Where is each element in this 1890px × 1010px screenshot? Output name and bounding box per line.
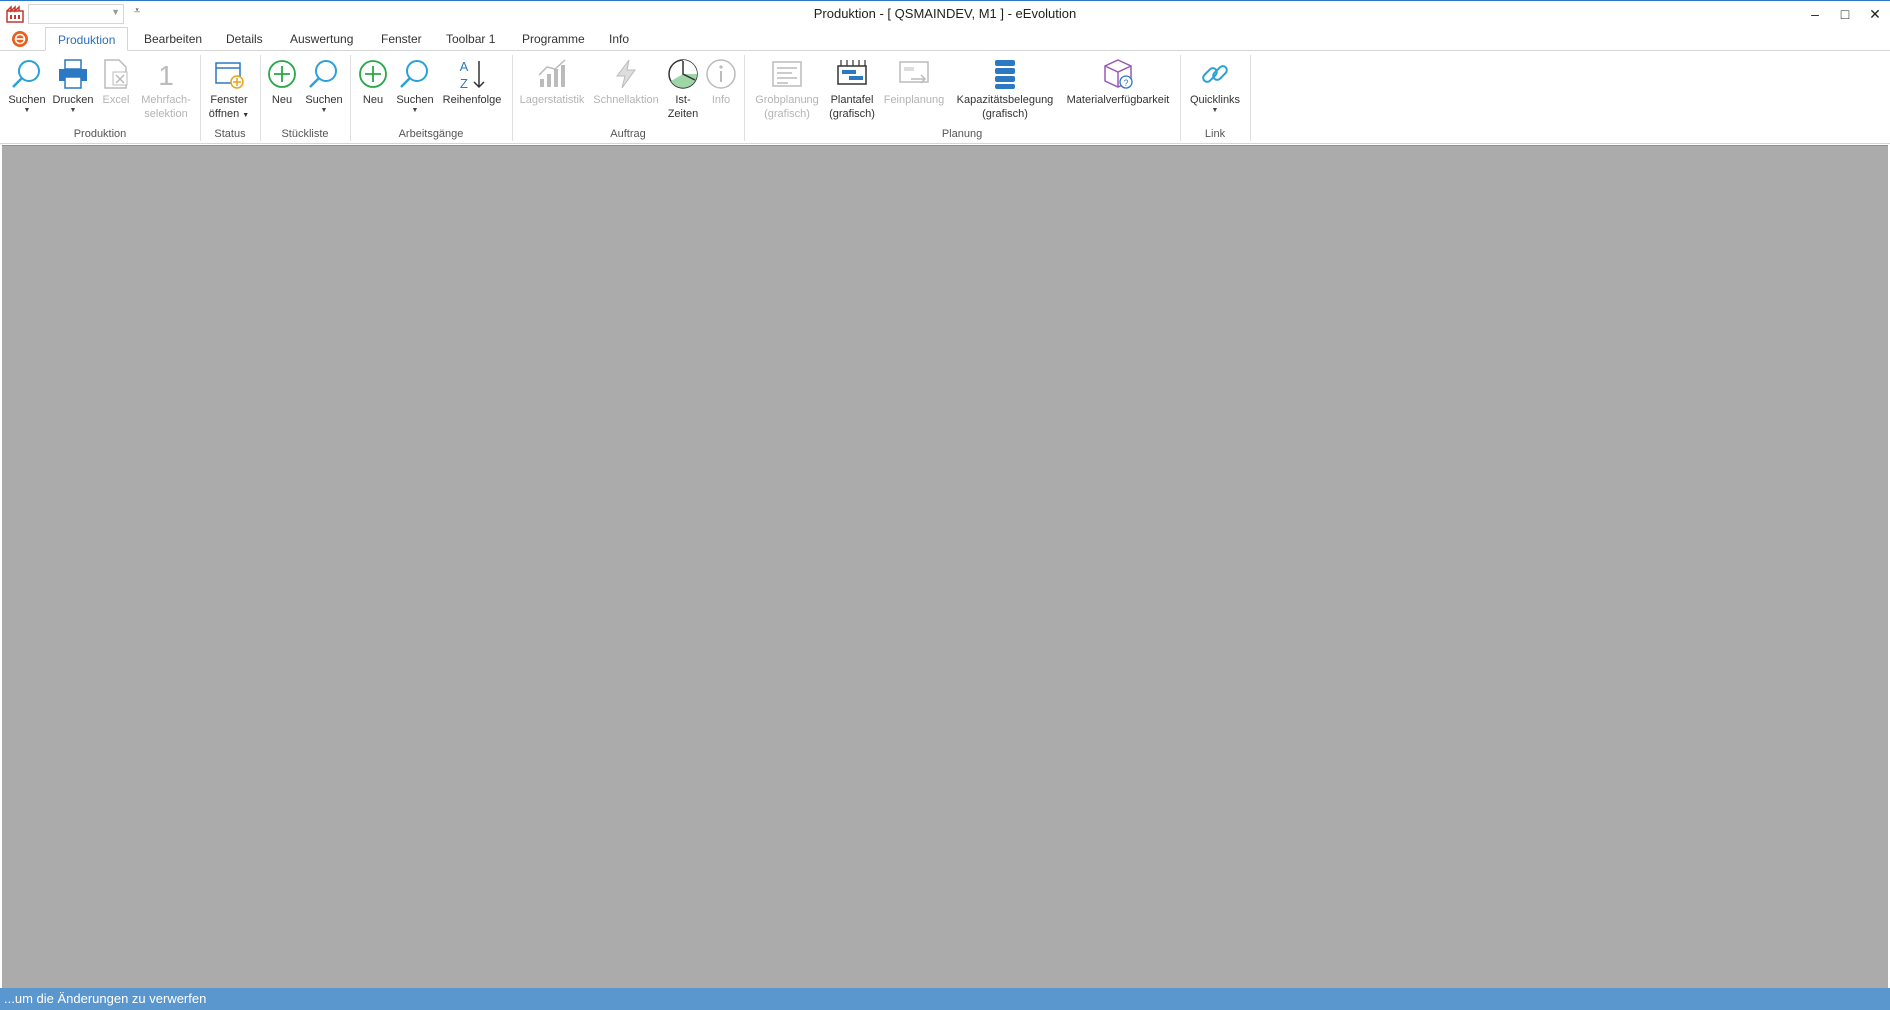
chevron-down-icon: ▼ <box>1211 107 1219 114</box>
excel-button[interactable]: Excel <box>97 53 135 127</box>
chevron-down-icon: ▼ <box>23 107 31 114</box>
reihenfolge-button[interactable]: AZ Reihenfolge <box>438 53 506 127</box>
minimize-button[interactable]: – <box>1800 1 1830 27</box>
group-label-planung: Planung <box>941 128 983 140</box>
feinplanung-button[interactable]: Feinplanung <box>880 53 948 127</box>
arbeitsgang-neu-button[interactable]: Neu <box>356 53 390 127</box>
box-question-icon: ? <box>1104 59 1133 89</box>
window-add-icon <box>215 62 244 89</box>
drucken-button[interactable]: Drucken ▼ <box>51 53 95 127</box>
svg-text:A: A <box>460 59 469 74</box>
window-title: Produktion - [ QSMAINDEV, M1 ] - eEvolut… <box>813 6 1077 21</box>
grobplanung-icon <box>772 61 802 87</box>
status-text: ...um die Änderungen zu verwerfen <box>4 991 207 1006</box>
materialverfuegbarkeit-button[interactable]: ? Materialverfügbarkeit <box>1060 53 1176 127</box>
group-label-produktion: Produktion <box>73 128 127 140</box>
group-label-status: Status <box>214 128 246 140</box>
suchen-button[interactable]: Suchen ▼ <box>5 53 49 127</box>
tab-bearbeiten[interactable]: Bearbeiten <box>132 27 214 51</box>
svg-text:?: ? <box>1123 78 1128 88</box>
add-circle-icon <box>359 60 387 88</box>
quicklinks-button[interactable]: Quicklinks ▼ <box>1185 53 1245 127</box>
maximize-button[interactable]: □ <box>1830 1 1860 27</box>
database-icon <box>995 60 1015 89</box>
lightning-icon <box>616 59 636 89</box>
group-separator <box>1250 55 1251 141</box>
group-label-stueckliste: Stückliste <box>281 128 329 140</box>
tab-toolbar-1[interactable]: Toolbar 1 <box>434 27 507 51</box>
status-bar: ...um die Änderungen zu verwerfen <box>0 988 1890 1010</box>
tab-details[interactable]: Details <box>214 27 275 51</box>
kapazitaetsbelegung-button[interactable]: Kapazitätsbelegung (grafisch) <box>950 53 1060 127</box>
search-icon <box>309 60 337 88</box>
chart-icon <box>538 59 566 87</box>
close-button[interactable]: ✕ <box>1860 1 1890 27</box>
arbeitsgang-suchen-button[interactable]: Suchen ▼ <box>393 53 437 127</box>
printer-icon <box>59 59 87 89</box>
chevron-down-icon: ▼ <box>320 107 328 114</box>
chevron-down-icon: ▼ <box>242 112 250 119</box>
ribbon-tabs: Produktion Bearbeiten Details Auswertung… <box>0 27 1890 51</box>
excel-icon <box>104 59 128 89</box>
title-bar: ▼ ⩡ Produktion - [ QSMAINDEV, M1 ] - eEv… <box>0 0 1890 27</box>
ist-zeiten-button[interactable]: Ist- Zeiten <box>664 53 702 127</box>
search-icon <box>12 60 40 88</box>
link-icon <box>1202 65 1228 83</box>
tab-info[interactable]: Info <box>597 27 641 51</box>
svg-text:1: 1 <box>158 60 174 91</box>
group-label-auftrag: Auftrag <box>610 128 646 140</box>
tab-auswertung[interactable]: Auswertung <box>278 27 365 51</box>
schnellaktion-button[interactable]: Schnellaktion <box>590 53 662 127</box>
number-one-icon: 1 <box>158 60 174 91</box>
group-label-arbeitsgaenge: Arbeitsgänge <box>398 128 464 140</box>
app-menu-icon[interactable] <box>11 30 29 48</box>
ribbon: Suchen ▼ Drucken ▼ Excel 1 Mehrfach- sel… <box>0 51 1890 144</box>
plantafel-button[interactable]: Plantafel (grafisch) <box>826 53 878 127</box>
group-label-link: Link <box>1204 128 1226 140</box>
lagerstatistik-button[interactable]: Lagerstatistik <box>516 53 588 127</box>
fenster-oeffnen-button[interactable]: Fenster öffnen ▼ <box>205 53 253 127</box>
mehrfachselektion-button[interactable]: 1 Mehrfach- selektion <box>137 53 195 127</box>
tab-programme[interactable]: Programme <box>510 27 597 51</box>
tab-produktion[interactable]: Produktion <box>45 27 129 51</box>
info-button[interactable]: Info <box>704 53 738 127</box>
svg-text:Z: Z <box>460 76 468 91</box>
stueckliste-suchen-button[interactable]: Suchen ▼ <box>302 53 346 127</box>
stueckliste-neu-button[interactable]: Neu <box>265 53 299 127</box>
pie-clock-icon <box>668 59 698 89</box>
sort-az-icon: AZ <box>460 59 485 91</box>
add-circle-icon <box>268 60 296 88</box>
feinplanung-icon <box>899 61 929 84</box>
grobplanung-button[interactable]: Grobplanung (grafisch) <box>750 53 824 127</box>
chevron-down-icon: ▼ <box>411 107 419 114</box>
chevron-down-icon: ▼ <box>69 107 77 114</box>
mdi-workspace[interactable] <box>2 145 1888 988</box>
tab-fenster[interactable]: Fenster <box>369 27 434 51</box>
plantafel-icon <box>837 60 867 85</box>
search-icon <box>400 60 428 88</box>
info-icon <box>706 59 736 89</box>
